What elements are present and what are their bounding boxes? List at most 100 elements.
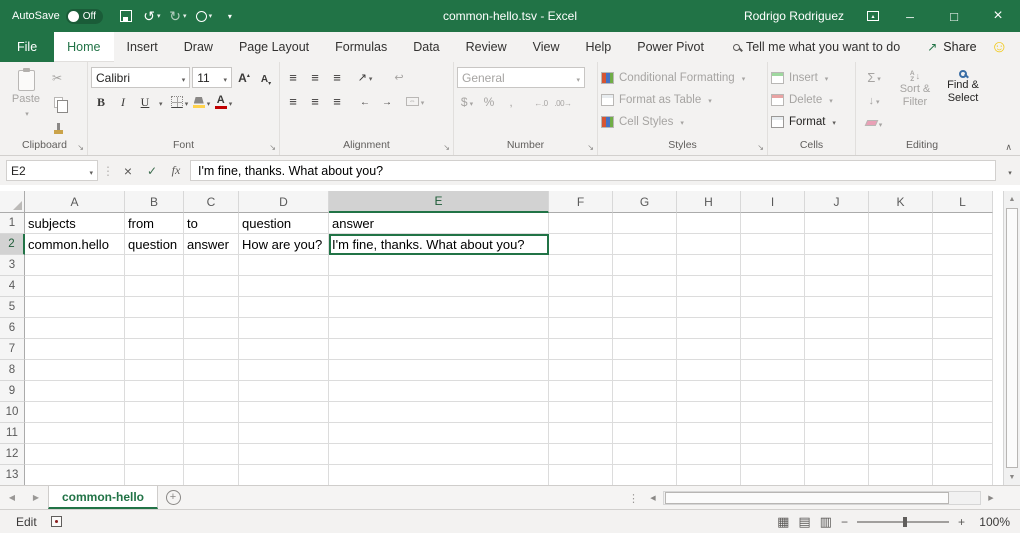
number-dialog-launcher[interactable] bbox=[587, 143, 594, 152]
cell-B9[interactable] bbox=[125, 381, 184, 402]
cell-C13[interactable] bbox=[184, 465, 239, 485]
italic-button[interactable]: I bbox=[113, 92, 133, 112]
page-break-view-button[interactable] bbox=[820, 514, 832, 530]
cell-H7[interactable] bbox=[677, 339, 741, 360]
row-header-5[interactable]: 5 bbox=[0, 297, 25, 318]
previous-sheet-button[interactable] bbox=[0, 486, 24, 509]
font-size-combo[interactable]: 11 bbox=[192, 67, 232, 88]
cell-G5[interactable] bbox=[613, 297, 677, 318]
cell-L11[interactable] bbox=[933, 423, 993, 444]
cell-C5[interactable] bbox=[184, 297, 239, 318]
scroll-up-button[interactable] bbox=[1004, 191, 1020, 207]
sort-filter-button[interactable]: Sort & Filter bbox=[893, 65, 937, 138]
cell-L2[interactable] bbox=[933, 234, 993, 255]
row-header-4[interactable]: 4 bbox=[0, 276, 25, 297]
tab-scroll-splitter[interactable] bbox=[628, 491, 643, 505]
cell-I6[interactable] bbox=[741, 318, 805, 339]
wrap-text-button[interactable] bbox=[389, 67, 409, 87]
cell-L5[interactable] bbox=[933, 297, 993, 318]
cell-B7[interactable] bbox=[125, 339, 184, 360]
cell-K10[interactable] bbox=[869, 402, 933, 423]
cell-K1[interactable] bbox=[869, 213, 933, 234]
column-header-C[interactable]: C bbox=[184, 191, 239, 213]
cell-C7[interactable] bbox=[184, 339, 239, 360]
insert-cells-button[interactable]: Insert bbox=[771, 67, 852, 88]
cell-L10[interactable] bbox=[933, 402, 993, 423]
cell-I4[interactable] bbox=[741, 276, 805, 297]
tab-insert[interactable]: Insert bbox=[114, 32, 171, 62]
cell-B5[interactable] bbox=[125, 297, 184, 318]
font-color-button[interactable]: A bbox=[214, 92, 234, 112]
find-select-button[interactable]: Find & Select bbox=[941, 65, 985, 138]
tab-file[interactable]: File bbox=[0, 32, 54, 62]
align-right-button[interactable] bbox=[327, 91, 347, 111]
select-all-corner[interactable] bbox=[0, 191, 25, 213]
cell-K3[interactable] bbox=[869, 255, 933, 276]
cell-I8[interactable] bbox=[741, 360, 805, 381]
cell-D7[interactable] bbox=[239, 339, 329, 360]
column-header-I[interactable]: I bbox=[741, 191, 805, 213]
decrease-font-size-button[interactable] bbox=[256, 68, 276, 88]
cell-A3[interactable] bbox=[25, 255, 125, 276]
cell-A5[interactable] bbox=[25, 297, 125, 318]
zoom-slider[interactable] bbox=[857, 521, 949, 523]
tab-page-layout[interactable]: Page Layout bbox=[226, 32, 322, 62]
cell-F9[interactable] bbox=[549, 381, 613, 402]
cancel-entry-button[interactable] bbox=[118, 161, 138, 181]
cell-L1[interactable] bbox=[933, 213, 993, 234]
column-header-F[interactable]: F bbox=[549, 191, 613, 213]
undo-button[interactable] bbox=[139, 2, 165, 30]
cell-G12[interactable] bbox=[613, 444, 677, 465]
currency-format-button[interactable]: $ bbox=[457, 92, 477, 112]
cell-B2[interactable]: question bbox=[125, 234, 184, 255]
cell-F4[interactable] bbox=[549, 276, 613, 297]
cell-C11[interactable] bbox=[184, 423, 239, 444]
cell-H4[interactable] bbox=[677, 276, 741, 297]
horizontal-scroll-track[interactable] bbox=[663, 491, 981, 505]
cell-G10[interactable] bbox=[613, 402, 677, 423]
cell-H6[interactable] bbox=[677, 318, 741, 339]
cell-D8[interactable] bbox=[239, 360, 329, 381]
cell-L13[interactable] bbox=[933, 465, 993, 485]
redo-button[interactable] bbox=[165, 2, 191, 30]
tab-help[interactable]: Help bbox=[573, 32, 625, 62]
cell-G4[interactable] bbox=[613, 276, 677, 297]
column-header-H[interactable]: H bbox=[677, 191, 741, 213]
cell-F13[interactable] bbox=[549, 465, 613, 485]
row-header-7[interactable]: 7 bbox=[0, 339, 25, 360]
cell-E11[interactable] bbox=[329, 423, 549, 444]
cell-E2[interactable]: I'm fine, thanks. What about you? bbox=[329, 234, 549, 255]
increase-decimal-button[interactable] bbox=[531, 92, 551, 112]
paste-button[interactable]: Paste bbox=[5, 65, 47, 138]
name-box-dropdown-arrow[interactable] bbox=[87, 164, 93, 178]
cell-A7[interactable] bbox=[25, 339, 125, 360]
cell-D9[interactable] bbox=[239, 381, 329, 402]
cell-J11[interactable] bbox=[805, 423, 869, 444]
cell-D6[interactable] bbox=[239, 318, 329, 339]
align-left-button[interactable] bbox=[283, 91, 303, 111]
cell-G3[interactable] bbox=[613, 255, 677, 276]
increase-indent-button[interactable] bbox=[377, 91, 397, 111]
cell-H8[interactable] bbox=[677, 360, 741, 381]
column-header-L[interactable]: L bbox=[933, 191, 993, 213]
cell-J9[interactable] bbox=[805, 381, 869, 402]
cell-J3[interactable] bbox=[805, 255, 869, 276]
column-header-G[interactable]: G bbox=[613, 191, 677, 213]
cell-L12[interactable] bbox=[933, 444, 993, 465]
merge-center-button[interactable] bbox=[405, 91, 425, 111]
close-button[interactable] bbox=[976, 0, 1020, 32]
cell-I10[interactable] bbox=[741, 402, 805, 423]
scroll-left-button[interactable] bbox=[645, 491, 661, 505]
cell-E7[interactable] bbox=[329, 339, 549, 360]
cell-H12[interactable] bbox=[677, 444, 741, 465]
cell-H2[interactable] bbox=[677, 234, 741, 255]
row-header-2[interactable]: 2 bbox=[0, 234, 25, 255]
increase-font-size-button[interactable] bbox=[234, 68, 254, 88]
decrease-indent-button[interactable] bbox=[355, 91, 375, 111]
cell-E10[interactable] bbox=[329, 402, 549, 423]
next-sheet-button[interactable] bbox=[24, 486, 48, 509]
cell-D10[interactable] bbox=[239, 402, 329, 423]
decrease-decimal-button[interactable] bbox=[553, 92, 573, 112]
maximize-button[interactable] bbox=[932, 0, 976, 32]
cell-B10[interactable] bbox=[125, 402, 184, 423]
